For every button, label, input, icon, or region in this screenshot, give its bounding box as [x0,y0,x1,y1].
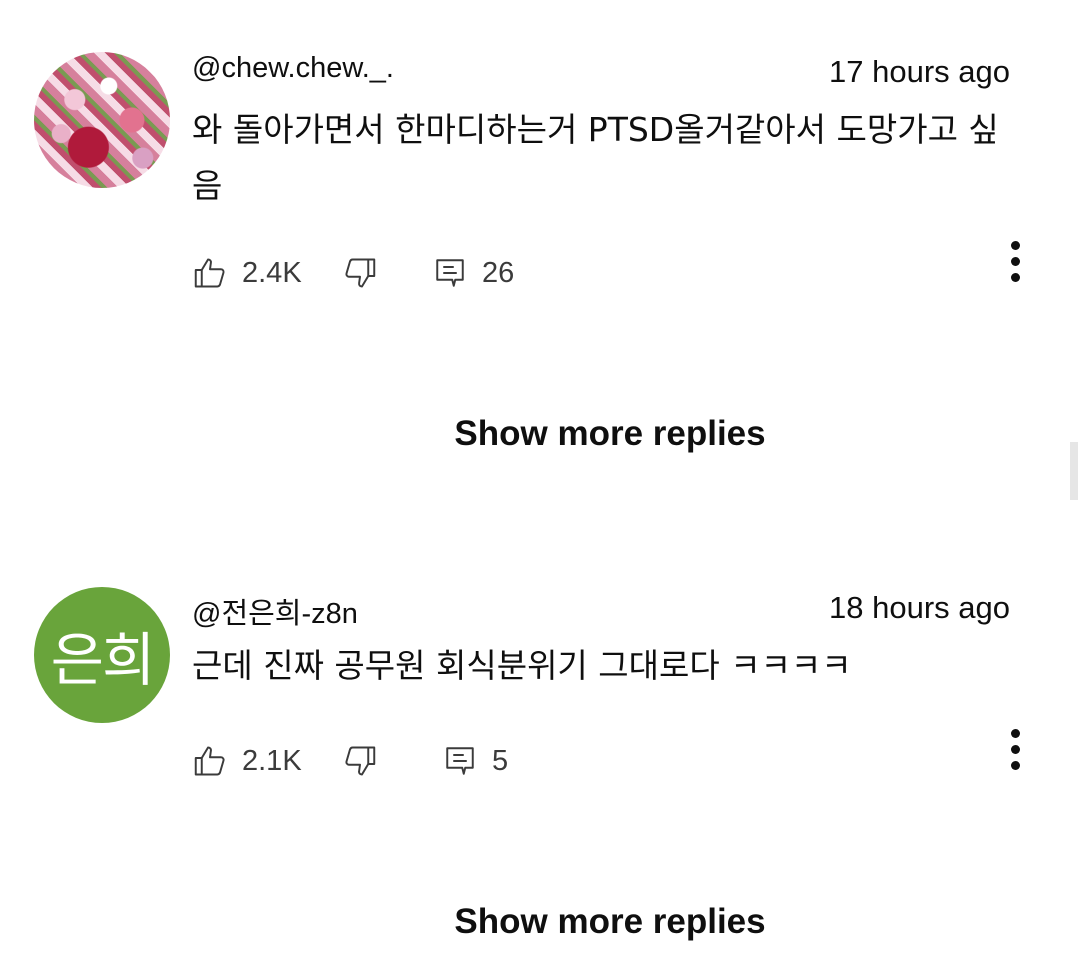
avatar[interactable]: 은희 [34,587,170,723]
comment-icon [442,743,478,779]
comment-username[interactable]: @chew.chew._. [192,52,394,85]
dislike-button[interactable] [342,741,378,781]
more-vertical-icon[interactable] [1010,729,1022,779]
thumbs-up-icon [192,255,228,291]
comment-actions: 2.4K 26 [192,241,1022,293]
show-more-replies-button[interactable]: Show more replies [0,414,1078,454]
comment-timestamp[interactable]: 17 hours ago [829,54,1010,90]
like-button[interactable]: 2.1K [192,741,302,781]
comment-icon [432,255,468,291]
avatar-initials: 은희 [50,626,156,694]
show-more-replies-button[interactable]: Show more replies [0,902,1078,942]
comment-timestamp[interactable]: 18 hours ago [829,590,1010,626]
comment-text: 근데 진짜 공무원 회식분위기 그대로다 ㅋㅋㅋㅋ [192,646,852,685]
reply-count: 5 [492,744,509,777]
thumbs-down-icon [342,255,378,291]
thumbs-down-icon [342,743,378,779]
comment-username[interactable]: @전은희-z8n [192,590,358,632]
more-vertical-icon[interactable] [1010,241,1022,291]
scrollbar[interactable] [1070,442,1078,500]
like-count: 2.4K [242,256,302,289]
reply-count: 26 [482,256,515,289]
reply-button[interactable]: 5 [442,741,508,781]
comment-text: 와 돌아가면서 한마디하는거 PTSD올거같아서 도망가고 싶음 [192,110,999,205]
like-button[interactable]: 2.4K [192,253,302,293]
reply-button[interactable]: 26 [432,253,514,293]
like-count: 2.1K [242,744,302,777]
thumbs-up-icon [192,743,228,779]
dislike-button[interactable] [342,253,378,293]
comment-actions: 2.1K 5 [192,729,1022,781]
avatar[interactable] [34,52,170,188]
